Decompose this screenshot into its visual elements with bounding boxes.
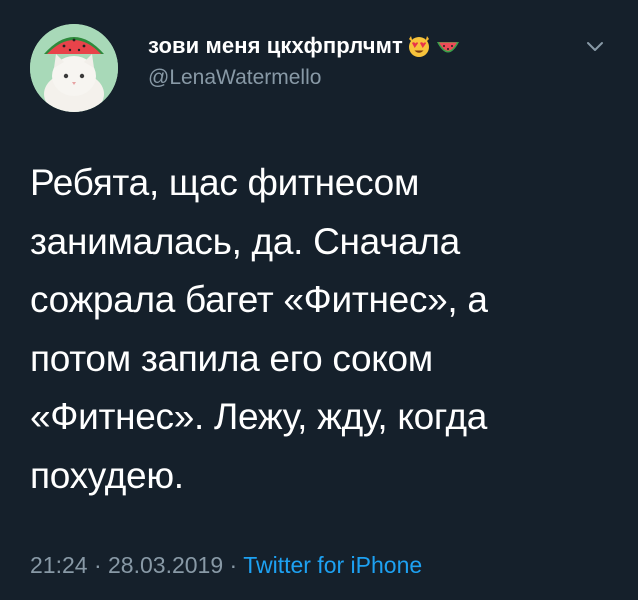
avatar[interactable] [30,24,118,112]
tweet-source-link[interactable]: Twitter for iPhone [243,552,422,578]
meta-separator: · [93,552,102,578]
tweet-time[interactable]: 21:24 [30,552,88,578]
chevron-down-icon[interactable] [584,36,606,58]
meta-separator: · [229,552,238,578]
watermelon-icon [435,33,461,59]
tweet-card: зови меня цкхфпрлчмт @LenaWatermello Реб… [0,0,638,600]
heart-eyes-cat-icon [406,33,432,59]
cat-with-watermelon-hat-icon [30,24,118,112]
tweet-date[interactable]: 28.03.2019 [108,552,223,578]
display-name[interactable]: зови меня цкхфпрлчмт [148,33,403,59]
tweet-meta: 21:24 · 28.03.2019 · Twitter for iPhone [30,552,422,579]
user-handle[interactable]: @LenaWatermello [148,66,321,90]
tweet-text: Ребята, щас фитнесом занималась, да. Сна… [30,162,488,496]
name-row: зови меня цкхфпрлчмт [148,30,461,62]
